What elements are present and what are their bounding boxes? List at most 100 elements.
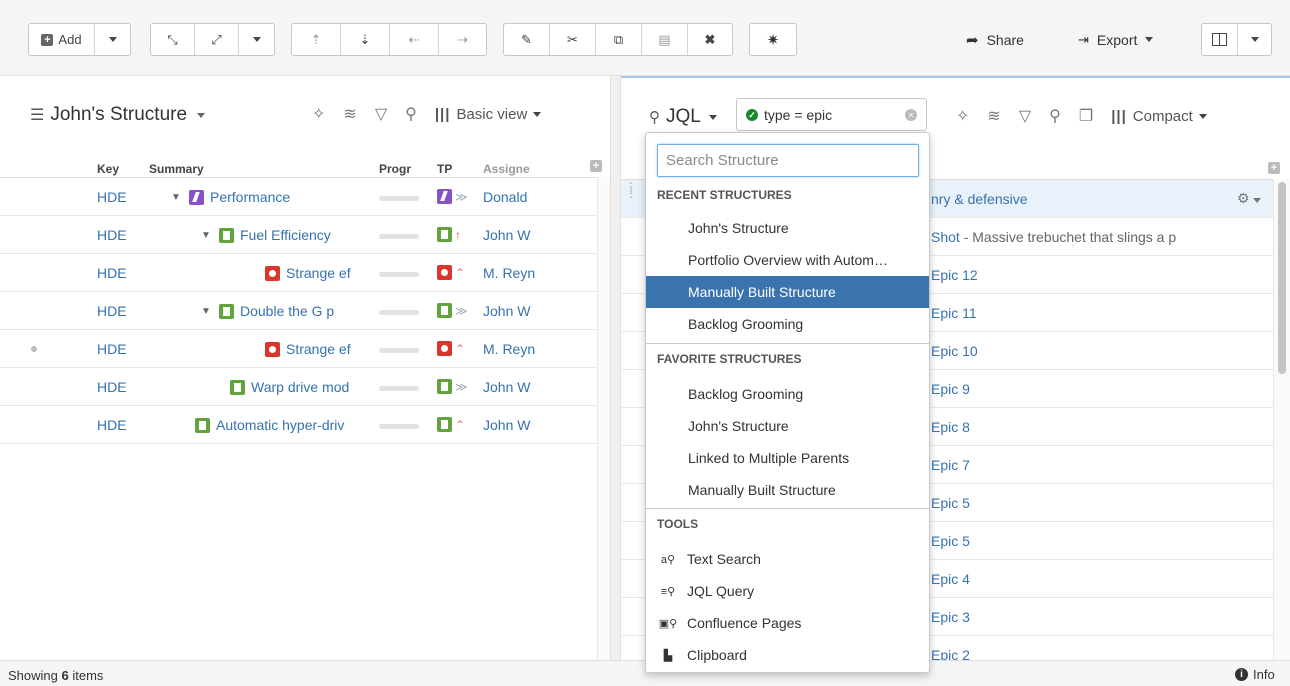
summary-link[interactable]: Epic 4 — [931, 571, 970, 587]
tool-menu-item[interactable]: ▙ Clipboard — [646, 639, 929, 671]
structure-search-input[interactable] — [657, 144, 919, 177]
tool-menu-item[interactable]: ▣⚲ Confluence Pages — [646, 607, 929, 639]
expand-all-button[interactable]: ⤡ — [151, 24, 195, 55]
issue-key[interactable]: HDE — [97, 189, 135, 205]
move-down-button[interactable]: ⇣ — [341, 24, 390, 55]
issue-key[interactable]: HDE — [97, 341, 135, 357]
issue-key[interactable]: HDE — [97, 265, 135, 281]
column-header-summary[interactable]: Summary — [149, 162, 204, 176]
column-header-tp[interactable]: TP — [437, 162, 452, 176]
assignee-cell[interactable]: M. Reyn — [483, 265, 543, 281]
summary-link[interactable]: Epic 10 — [931, 343, 978, 359]
summary-link[interactable]: Epic 3 — [931, 609, 970, 625]
summary-link[interactable]: Epic 11 — [931, 305, 977, 321]
pin-icon[interactable]: ✧ — [312, 104, 325, 124]
assignee-cell[interactable]: John W — [483, 379, 543, 395]
export-button[interactable]: ⇥ Export — [1078, 23, 1154, 56]
edit-button[interactable]: ✎ — [504, 24, 550, 55]
structure-menu-item[interactable]: John's Structure — [646, 410, 929, 442]
share-button[interactable]: ➦ Share — [966, 23, 1024, 56]
pin-icon[interactable]: ✧ — [956, 106, 969, 126]
add-column-icon[interactable]: + — [1268, 162, 1280, 174]
column-header-assignee[interactable]: Assigne — [483, 162, 530, 176]
left-scrollbar[interactable] — [597, 177, 610, 660]
right-scrollbar[interactable] — [1273, 179, 1290, 662]
table-row[interactable]: HDE ▼ Performance ≫ Donald — [0, 178, 597, 216]
move-right-button[interactable]: ⇢ — [439, 24, 486, 55]
table-row[interactable]: HDE Warp drive mod ≫ John W — [0, 368, 597, 406]
expand-toggle-icon[interactable]: ▼ — [201, 230, 213, 241]
structure-menu-item[interactable]: Backlog Grooming — [646, 308, 929, 340]
search-icon[interactable]: ⚲ — [1049, 106, 1061, 126]
column-header-key[interactable]: Key — [97, 162, 119, 176]
add-button[interactable]: + Add — [29, 24, 95, 55]
filter-icon[interactable]: ▽ — [1019, 106, 1031, 126]
collapse-all-button[interactable]: ⤢ — [195, 24, 239, 55]
tool-menu-item[interactable]: ≡⚲ JQL Query — [646, 575, 929, 607]
summary-text[interactable]: Strange ef — [286, 341, 351, 357]
summary-link[interactable]: Epic 7 — [931, 457, 970, 473]
assignee-cell[interactable]: John W — [483, 227, 543, 243]
summary-text[interactable]: Strange ef — [286, 265, 351, 281]
jql-query-field[interactable]: ✓ type = epic × — [736, 98, 927, 131]
jql-source-selector[interactable]: ⚲ JQL — [649, 106, 717, 128]
expand-toggle-icon[interactable]: ▼ — [171, 192, 183, 203]
layers-icon[interactable]: ≋ — [343, 104, 356, 124]
info-button[interactable]: i Info — [1235, 667, 1275, 682]
summary-text[interactable]: Double the G p — [240, 303, 334, 319]
paste-button[interactable]: ▤ — [642, 24, 688, 55]
structure-menu-item[interactable]: Backlog Grooming — [646, 378, 929, 410]
issue-key[interactable]: HDE — [97, 303, 135, 319]
summary-link[interactable]: Epic 8 — [931, 419, 970, 435]
assignee-cell[interactable]: M. Reyn — [483, 341, 543, 357]
summary-link[interactable]: Epic 9 — [931, 381, 970, 397]
issue-key[interactable]: HDE — [97, 227, 135, 243]
summary-link[interactable]: Epic 5 — [931, 495, 970, 511]
summary-text[interactable]: Warp drive mod — [251, 379, 349, 395]
assignee-cell[interactable]: Donald — [483, 189, 543, 205]
summary-link[interactable]: Shot — [931, 229, 960, 245]
table-row[interactable]: HDE Automatic hyper-driv ⌃ John W — [0, 406, 597, 444]
structure-menu-item[interactable]: Linked to Multiple Parents — [646, 442, 929, 474]
open-window-icon[interactable]: ❐ — [1079, 106, 1093, 126]
layout-dropdown-button[interactable] — [1238, 24, 1271, 55]
filter-icon[interactable]: ▽ — [375, 104, 387, 124]
clear-query-icon[interactable]: × — [905, 109, 917, 121]
summary-link[interactable]: nry & defensive — [931, 191, 1028, 207]
summary-link[interactable]: Epic 12 — [931, 267, 978, 283]
structure-menu-item[interactable]: John's Structure — [646, 212, 929, 244]
table-row[interactable]: HDE ▼ Fuel Efficiency ↑ John W — [0, 216, 597, 254]
expand-dropdown-button[interactable] — [239, 24, 274, 55]
summary-text[interactable]: Automatic hyper-driv — [216, 417, 344, 433]
add-dropdown-button[interactable] — [95, 24, 130, 55]
column-header-progress[interactable]: Progr — [379, 162, 411, 176]
search-icon[interactable]: ⚲ — [405, 104, 417, 124]
automation-button[interactable]: ✷ — [749, 23, 797, 56]
summary-link[interactable]: Epic 5 — [931, 533, 970, 549]
copy-button[interactable]: ⧉ — [596, 24, 642, 55]
table-row[interactable]: HDE ▼ Double the G p ≫ John W — [0, 292, 597, 330]
panel-splitter[interactable] — [610, 76, 621, 660]
add-column-icon[interactable]: + — [590, 160, 602, 172]
scrollbar-thumb[interactable] — [1278, 182, 1286, 374]
expand-toggle-icon[interactable]: ▼ — [201, 306, 213, 317]
move-up-button[interactable]: ⇡ — [292, 24, 341, 55]
layout-button[interactable] — [1202, 24, 1238, 55]
structure-menu-item[interactable]: Portfolio Overview with Autom… — [646, 244, 929, 276]
structure-menu-item[interactable]: Manually Built Structure — [646, 276, 929, 308]
issue-key[interactable]: HDE — [97, 417, 135, 433]
move-left-button[interactable]: ⇠ — [390, 24, 439, 55]
layers-icon[interactable]: ≋ — [987, 106, 1000, 126]
issue-key[interactable]: HDE — [97, 379, 135, 395]
assignee-cell[interactable]: John W — [483, 303, 543, 319]
structure-title-selector[interactable]: ☰ John's Structure — [30, 104, 206, 126]
row-settings-icon[interactable]: ⚙ — [1237, 190, 1262, 207]
table-row[interactable]: HDE Strange ef ⌃ M. Reyn — [0, 330, 597, 368]
assignee-cell[interactable]: John W — [483, 417, 543, 433]
view-selector[interactable]: ||| Basic view — [435, 106, 542, 123]
row-drag-handle-icon[interactable]: ⋮ ⋮ — [625, 181, 637, 199]
cut-button[interactable]: ✂ — [550, 24, 596, 55]
summary-text[interactable]: Fuel Efficiency — [240, 227, 331, 243]
tool-menu-item[interactable]: a⚲ Text Search — [646, 543, 929, 575]
structure-menu-item[interactable]: Manually Built Structure — [646, 474, 929, 506]
